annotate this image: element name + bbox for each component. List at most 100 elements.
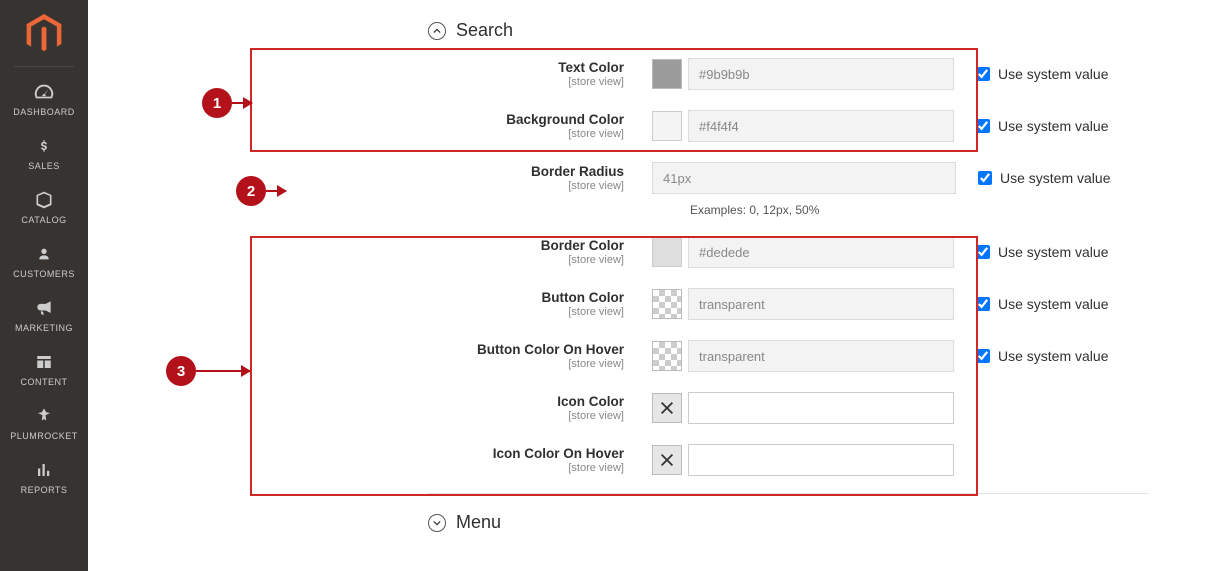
icon-color-input[interactable] — [688, 392, 954, 424]
field-icon-hover-color: Icon Color On Hover [store view] — [428, 441, 1148, 479]
helper-text: Examples: 0, 12px, 50% — [690, 203, 1148, 217]
use-system-label: Use system value — [998, 244, 1108, 260]
use-system-label: Use system value — [998, 296, 1108, 312]
use-system-checkbox[interactable] — [976, 349, 990, 363]
scope-label: [store view] — [428, 254, 624, 266]
callout-1: 1 — [202, 88, 232, 118]
field-button-hover-color: Button Color On Hover [store view] Use s… — [428, 337, 1148, 375]
plumrocket-icon — [0, 405, 88, 427]
layout-icon — [0, 351, 88, 373]
use-system-checkbox[interactable] — [976, 245, 990, 259]
megaphone-icon — [0, 297, 88, 319]
use-system-checkbox[interactable] — [978, 171, 992, 185]
callout-3: 3 — [166, 356, 196, 386]
arrow-1 — [232, 102, 252, 104]
x-icon — [658, 451, 676, 469]
field-background-color: Background Color [store view] Use system… — [428, 107, 1148, 145]
use-system-checkbox-label[interactable]: Use system value — [976, 118, 1108, 134]
field-label: Background Color — [428, 112, 624, 127]
icon-hover-input[interactable] — [688, 444, 954, 476]
color-swatch[interactable] — [652, 59, 682, 89]
nav-reports[interactable]: REPORTS — [0, 449, 88, 503]
nav-plumrocket[interactable]: PLUMROCKET — [0, 395, 88, 449]
use-system-checkbox-label[interactable]: Use system value — [976, 244, 1108, 260]
use-system-checkbox[interactable] — [976, 67, 990, 81]
field-label: Icon Color On Hover — [428, 446, 624, 461]
color-swatch[interactable] — [652, 341, 682, 371]
use-system-checkbox[interactable] — [976, 119, 990, 133]
section-toggle-search[interactable]: Search — [428, 20, 1206, 41]
x-icon — [658, 399, 676, 417]
nav-sales[interactable]: SALES — [0, 125, 88, 179]
scope-label: [store view] — [428, 410, 624, 422]
magento-logo — [26, 14, 62, 54]
color-swatch-clear[interactable] — [652, 393, 682, 423]
nav-dashboard[interactable]: DASHBOARD — [0, 71, 88, 125]
use-system-checkbox-label[interactable]: Use system value — [978, 170, 1110, 186]
field-label: Text Color — [428, 60, 624, 75]
arrow-3 — [196, 370, 250, 372]
section-title: Search — [456, 20, 513, 41]
person-icon — [0, 243, 88, 265]
admin-sidebar: DASHBOARD SALES CATALOG CUSTOMERS MARKET… — [0, 0, 88, 571]
section-divider — [428, 493, 1148, 494]
field-label: Button Color On Hover — [428, 342, 624, 357]
nav-marketing[interactable]: MARKETING — [0, 287, 88, 341]
use-system-checkbox-label[interactable]: Use system value — [976, 296, 1108, 312]
field-button-color: Button Color [store view] Use system val… — [428, 285, 1148, 323]
button-color-input[interactable] — [688, 288, 954, 320]
field-border-color: Border Color [store view] Use system val… — [428, 233, 1148, 271]
field-label: Border Radius — [428, 164, 624, 179]
scope-label: [store view] — [428, 76, 624, 88]
nav-catalog[interactable]: CATALOG — [0, 179, 88, 233]
nav-customers[interactable]: CUSTOMERS — [0, 233, 88, 287]
field-text-color: Text Color [store view] Use system value — [428, 55, 1148, 93]
field-icon-color: Icon Color [store view] — [428, 389, 1148, 427]
scope-label: [store view] — [428, 128, 624, 140]
color-swatch[interactable] — [652, 111, 682, 141]
nav-label: DASHBOARD — [0, 107, 88, 117]
chevron-up-icon — [428, 22, 446, 40]
border-radius-input[interactable] — [652, 162, 956, 194]
arrow-2 — [266, 190, 286, 192]
color-swatch[interactable] — [652, 289, 682, 319]
nav-label: REPORTS — [0, 485, 88, 495]
text-color-input[interactable] — [688, 58, 954, 90]
field-border-radius: Border Radius [store view] Use system va… — [428, 159, 1148, 197]
scope-label: [store view] — [428, 180, 624, 192]
chevron-down-icon — [428, 514, 446, 532]
nav-content[interactable]: CONTENT — [0, 341, 88, 395]
color-swatch[interactable] — [652, 237, 682, 267]
nav-label: PLUMROCKET — [0, 431, 88, 441]
field-label: Button Color — [428, 290, 624, 305]
nav-label: SALES — [0, 161, 88, 171]
use-system-label: Use system value — [1000, 170, 1110, 186]
nav-label: CUSTOMERS — [0, 269, 88, 279]
use-system-checkbox[interactable] — [976, 297, 990, 311]
section-toggle-menu[interactable]: Menu — [428, 512, 1206, 533]
dollar-icon — [0, 135, 88, 157]
use-system-label: Use system value — [998, 348, 1108, 364]
field-label: Icon Color — [428, 394, 624, 409]
callout-2: 2 — [236, 176, 266, 206]
use-system-checkbox-label[interactable]: Use system value — [976, 66, 1108, 82]
use-system-label: Use system value — [998, 66, 1108, 82]
nav-label: CONTENT — [0, 377, 88, 387]
bar-chart-icon — [0, 459, 88, 481]
gauge-icon — [0, 81, 88, 103]
section-title: Menu — [456, 512, 501, 533]
button-hover-input[interactable] — [688, 340, 954, 372]
scope-label: [store view] — [428, 306, 624, 318]
config-panel: Search Text Color [store view] Use syste… — [88, 0, 1206, 571]
sidebar-divider — [14, 66, 74, 67]
use-system-checkbox-label[interactable]: Use system value — [976, 348, 1108, 364]
color-swatch-clear[interactable] — [652, 445, 682, 475]
scope-label: [store view] — [428, 462, 624, 474]
field-label: Border Color — [428, 238, 624, 253]
scope-label: [store view] — [428, 358, 624, 370]
bg-color-input[interactable] — [688, 110, 954, 142]
box-icon — [0, 189, 88, 211]
border-color-input[interactable] — [688, 236, 954, 268]
use-system-label: Use system value — [998, 118, 1108, 134]
nav-label: MARKETING — [0, 323, 88, 333]
